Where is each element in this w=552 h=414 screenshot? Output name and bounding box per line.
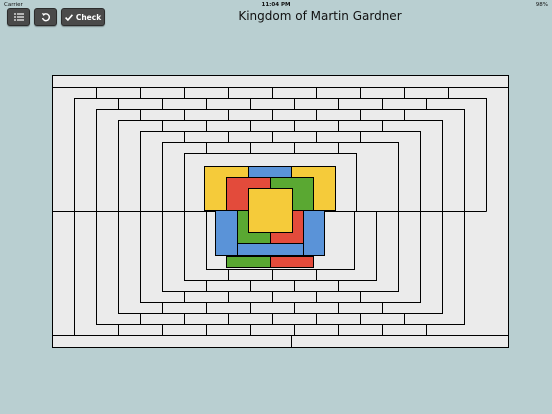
green-piece[interactable] xyxy=(226,256,271,268)
blue-piece[interactable] xyxy=(237,243,304,256)
puzzle-board[interactable] xyxy=(0,0,552,414)
yellow-piece[interactable] xyxy=(248,188,293,233)
blue-piece[interactable] xyxy=(248,166,292,178)
blue-piece[interactable] xyxy=(215,210,238,256)
blue-piece[interactable] xyxy=(303,210,325,256)
red-piece[interactable] xyxy=(270,256,314,268)
